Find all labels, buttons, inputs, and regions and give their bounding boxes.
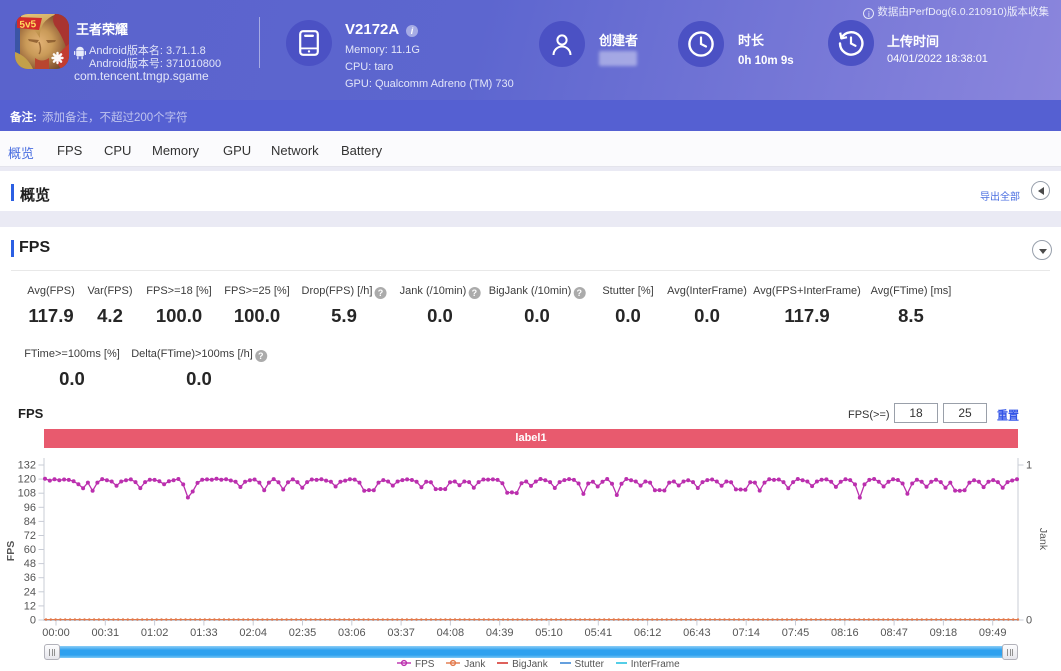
svg-text:09:49: 09:49 (979, 627, 1007, 639)
svg-text:24: 24 (24, 586, 36, 598)
svg-text:04:39: 04:39 (486, 627, 514, 639)
svg-text:05:10: 05:10 (535, 627, 563, 639)
svg-text:72: 72 (24, 530, 36, 542)
svg-text:00:31: 00:31 (92, 627, 120, 639)
svg-text:08:16: 08:16 (831, 627, 859, 639)
svg-text:04:08: 04:08 (437, 627, 465, 639)
svg-text:07:45: 07:45 (782, 627, 810, 639)
svg-text:60: 60 (24, 544, 36, 556)
svg-text:06:12: 06:12 (634, 627, 662, 639)
svg-text:132: 132 (18, 460, 36, 472)
svg-text:5v5: 5v5 (19, 19, 37, 31)
svg-text:03:06: 03:06 (338, 627, 366, 639)
svg-text:84: 84 (24, 516, 36, 528)
svg-text:05:41: 05:41 (585, 627, 613, 639)
svg-text:07:14: 07:14 (732, 627, 760, 639)
svg-text:00:00: 00:00 (42, 627, 70, 639)
svg-text:96: 96 (24, 502, 36, 514)
svg-text:03:37: 03:37 (387, 627, 415, 639)
svg-text:06:43: 06:43 (683, 627, 711, 639)
svg-text:1: 1 (1026, 460, 1032, 472)
svg-text:01:33: 01:33 (190, 627, 218, 639)
svg-text:0: 0 (1026, 615, 1032, 627)
svg-text:08:47: 08:47 (880, 627, 908, 639)
svg-text:0: 0 (30, 615, 36, 627)
svg-text:09:18: 09:18 (930, 627, 958, 639)
svg-text:36: 36 (24, 572, 36, 584)
svg-text:48: 48 (24, 558, 36, 570)
svg-text:120: 120 (18, 474, 36, 486)
svg-text:02:04: 02:04 (239, 627, 267, 639)
svg-text:01:02: 01:02 (141, 627, 169, 639)
svg-text:02:35: 02:35 (289, 627, 317, 639)
svg-text:108: 108 (18, 488, 36, 500)
svg-text:12: 12 (24, 600, 36, 612)
